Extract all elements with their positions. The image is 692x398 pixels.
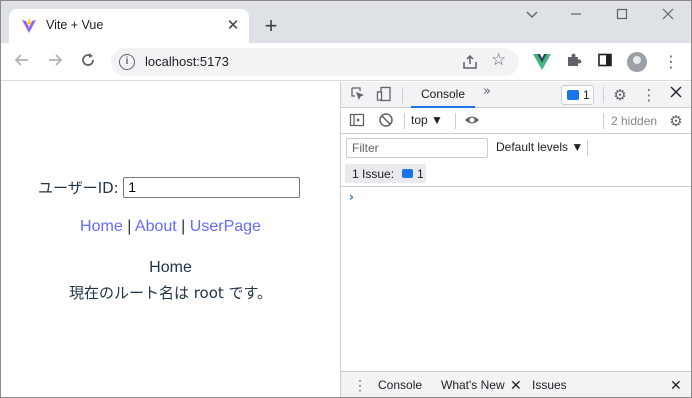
tab-console[interactable]: Console xyxy=(411,82,475,108)
nav-separator: | xyxy=(127,218,132,235)
nav-link-about[interactable]: About xyxy=(135,218,177,235)
devtools-menu-icon[interactable]: ⋮ xyxy=(640,86,658,104)
toolbar-divider xyxy=(404,113,405,129)
close-devtools-icon[interactable] xyxy=(667,86,685,104)
nav-link-userpage[interactable]: UserPage xyxy=(190,218,261,235)
settings-gear-icon[interactable]: ⚙ xyxy=(611,86,629,104)
more-tabs-icon[interactable]: » xyxy=(483,84,491,99)
window-close-icon[interactable] xyxy=(653,7,683,27)
inspect-element-icon[interactable] xyxy=(349,86,367,104)
drawer-tab-whats-new[interactable]: What's New xyxy=(432,372,520,397)
messages-count: 1 xyxy=(583,88,590,102)
drawer-tab-whats-new-label: What's New xyxy=(441,378,505,392)
share-icon[interactable] xyxy=(461,53,479,71)
view-title: Home xyxy=(149,259,192,276)
address-bar[interactable]: i localhost:5173 ☆ xyxy=(111,48,519,76)
profile-avatar-icon[interactable] xyxy=(627,52,647,72)
messages-badge[interactable]: 1 xyxy=(561,85,594,105)
browser-tab[interactable]: Vite + Vue ✕ xyxy=(9,9,249,43)
userid-label: ユーザーID: xyxy=(38,179,119,197)
side-panel-icon[interactable] xyxy=(595,52,615,72)
vite-favicon-icon xyxy=(22,19,36,33)
toolbar-divider xyxy=(455,113,456,129)
userid-row: ユーザーID: 1 xyxy=(38,177,301,198)
devtools-drawer-bar: ⋮ Console What's New ✕ Issues ✕ xyxy=(341,371,691,397)
issues-label: 1 Issue: xyxy=(352,167,395,181)
new-tab-button[interactable]: + xyxy=(259,14,283,38)
vue-devtools-extension-icon[interactable] xyxy=(533,54,551,70)
nav-link-home[interactable]: Home xyxy=(80,218,123,235)
userid-input[interactable]: 1 xyxy=(123,177,301,198)
tab-search-chevron-icon[interactable] xyxy=(517,7,547,27)
clear-console-icon[interactable] xyxy=(377,112,395,130)
live-expression-eye-icon[interactable] xyxy=(463,112,481,130)
drawer-tab-issues[interactable]: Issues xyxy=(532,372,567,397)
drawer-tab-console[interactable]: Console xyxy=(378,372,422,397)
filter-row: Filter Default levels ▼ xyxy=(341,134,691,162)
console-prompt-icon[interactable]: › xyxy=(349,190,354,204)
back-arrow-icon[interactable] xyxy=(11,51,33,73)
toolbar-divider xyxy=(402,87,403,103)
issue-bubble-icon xyxy=(402,169,413,178)
extensions-puzzle-icon[interactable] xyxy=(564,52,584,72)
issues-row: 1 Issue: 1 xyxy=(341,162,691,187)
issues-button[interactable]: 1 Issue: 1 xyxy=(345,164,426,183)
drawer-menu-icon[interactable]: ⋮ xyxy=(353,377,367,393)
toolbar-divider xyxy=(603,87,604,103)
router-nav: Home | About | UserPage xyxy=(1,218,340,236)
maximize-icon[interactable] xyxy=(607,7,637,27)
message-bubble-icon xyxy=(567,90,579,100)
device-toolbar-icon[interactable] xyxy=(375,86,393,104)
console-settings-gear-icon[interactable]: ⚙ xyxy=(667,112,685,130)
bookmark-star-icon[interactable]: ☆ xyxy=(491,50,506,70)
browser-menu-icon[interactable]: ⋮ xyxy=(663,52,679,72)
minimize-icon[interactable] xyxy=(561,7,591,27)
forward-arrow-icon[interactable] xyxy=(44,51,66,73)
browser-window: Vite + Vue ✕ + i localhost:5173 ☆ ⋮ ユーザー… xyxy=(0,0,692,398)
context-selector[interactable]: top ▼ xyxy=(411,113,443,127)
console-filter-input[interactable]: Filter xyxy=(346,138,488,158)
toolbar-divider xyxy=(603,113,604,129)
nav-separator: | xyxy=(181,218,186,235)
site-info-icon[interactable]: i xyxy=(119,54,135,70)
toolbar-divider xyxy=(587,140,588,156)
close-drawer-icon[interactable]: ✕ xyxy=(670,372,682,397)
issues-count: 1 xyxy=(417,167,424,181)
tab-close-icon[interactable]: ✕ xyxy=(224,16,242,34)
drawer-tab-close-icon[interactable]: ✕ xyxy=(510,372,522,397)
tab-title: Vite + Vue xyxy=(46,18,104,32)
reload-icon[interactable] xyxy=(77,51,99,73)
hidden-messages-count: 2 hidden xyxy=(611,114,658,128)
sidebar-toggle-icon[interactable] xyxy=(348,112,366,130)
route-name-message: 現在のルート名は root です。 xyxy=(68,284,273,302)
devtools-panel: Console » 1 ⚙ ⋮ top ▼ 2 hidden ⚙ Filter … xyxy=(340,82,691,397)
devtools-tab-bar: Console » 1 ⚙ ⋮ xyxy=(341,82,691,108)
tab-strip: Vite + Vue ✕ + xyxy=(1,1,691,43)
console-toolbar: top ▼ 2 hidden ⚙ xyxy=(341,108,691,134)
url-text[interactable]: localhost:5173 xyxy=(145,54,229,69)
page-viewport: ユーザーID: 1 Home | About | UserPage Home 現… xyxy=(1,82,340,397)
log-levels-dropdown[interactable]: Default levels ▼ xyxy=(496,140,583,154)
browser-toolbar: i localhost:5173 ☆ ⋮ xyxy=(1,43,691,81)
